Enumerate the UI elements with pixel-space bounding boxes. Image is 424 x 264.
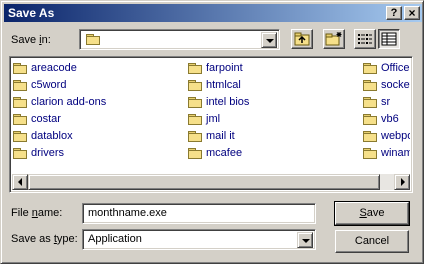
save-as-type-label: Save as type: bbox=[11, 233, 78, 245]
folder-icon bbox=[188, 97, 202, 108]
create-new-folder-button[interactable] bbox=[323, 29, 345, 49]
folder-item[interactable]: webpos bbox=[363, 128, 410, 145]
up-one-level-button[interactable] bbox=[291, 29, 313, 49]
folder-icon bbox=[188, 63, 202, 74]
file-list[interactable]: areacode c5word clarion add-ons costar d… bbox=[9, 56, 413, 193]
close-button[interactable]: × bbox=[404, 6, 420, 20]
file-column-3: Office a socket sr vb6 webpos winamp bbox=[363, 60, 410, 162]
save-as-type-dropdown[interactable]: Application bbox=[82, 229, 316, 250]
cancel-button[interactable]: Cancel bbox=[335, 230, 409, 253]
folder-icon bbox=[363, 80, 377, 91]
folder-icon bbox=[188, 114, 202, 125]
save-in-label: Save in: bbox=[11, 34, 51, 46]
folder-icon bbox=[13, 114, 27, 125]
folder-item[interactable]: c5word bbox=[13, 77, 106, 94]
folder-item[interactable]: datablox bbox=[13, 128, 106, 145]
save-button[interactable]: Save bbox=[334, 201, 410, 226]
folder-icon bbox=[188, 80, 202, 91]
details-view-icon bbox=[381, 32, 397, 46]
folder-icon bbox=[13, 80, 27, 91]
folder-icon bbox=[363, 131, 377, 142]
folder-item[interactable]: htmlcal bbox=[188, 77, 249, 94]
folder-icon bbox=[13, 97, 27, 108]
file-column-2: farpoint htmlcal intel bios jml mail it … bbox=[188, 60, 249, 162]
file-name-label: File name: bbox=[11, 207, 63, 219]
up-folder-icon bbox=[294, 32, 310, 46]
folder-icon bbox=[363, 148, 377, 159]
horizontal-scrollbar[interactable] bbox=[12, 174, 410, 190]
save-in-dropdown[interactable] bbox=[79, 29, 280, 50]
folder-item[interactable]: intel bios bbox=[188, 94, 249, 111]
file-list-viewport: areacode c5word clarion add-ons costar d… bbox=[10, 57, 410, 173]
title-bar[interactable]: Save As ? × bbox=[4, 4, 422, 22]
folder-icon bbox=[188, 148, 202, 159]
scroll-right-icon[interactable] bbox=[394, 174, 410, 190]
folder-icon bbox=[13, 148, 27, 159]
folder-item[interactable]: jml bbox=[188, 111, 249, 128]
scroll-left-icon[interactable] bbox=[12, 174, 28, 190]
window-title: Save As bbox=[8, 6, 55, 20]
folder-icon bbox=[363, 114, 377, 125]
scrollbar-thumb[interactable] bbox=[28, 174, 380, 190]
list-view-button[interactable] bbox=[354, 29, 376, 49]
folder-icon bbox=[188, 131, 202, 142]
new-folder-icon bbox=[325, 32, 342, 46]
folder-item[interactable]: mail it bbox=[188, 128, 249, 145]
folder-item[interactable]: areacode bbox=[13, 60, 106, 77]
folder-icon bbox=[363, 63, 377, 74]
folder-item[interactable]: vb6 bbox=[363, 111, 410, 128]
list-view-icon bbox=[358, 34, 372, 44]
folder-item[interactable]: socket bbox=[363, 77, 410, 94]
file-name-field[interactable]: monthname.exe bbox=[82, 203, 316, 224]
folder-item[interactable]: sr bbox=[363, 94, 410, 111]
folder-item[interactable]: farpoint bbox=[188, 60, 249, 77]
save-as-dialog: Save As ? × Save in: areacode c5word cla… bbox=[0, 0, 424, 264]
folder-item[interactable]: drivers bbox=[13, 145, 106, 162]
file-name-value: monthname.exe bbox=[88, 207, 167, 219]
folder-icon bbox=[13, 63, 27, 74]
folder-item[interactable]: clarion add-ons bbox=[13, 94, 106, 111]
folder-icon bbox=[86, 34, 100, 45]
folder-item[interactable]: winamp bbox=[363, 145, 410, 162]
details-view-button[interactable] bbox=[378, 29, 400, 49]
folder-item[interactable]: mcafee bbox=[188, 145, 249, 162]
file-column-1: areacode c5word clarion add-ons costar d… bbox=[13, 60, 106, 162]
folder-icon bbox=[363, 97, 377, 108]
folder-icon bbox=[13, 131, 27, 142]
save-as-type-value: Application bbox=[88, 233, 142, 245]
chevron-down-icon[interactable] bbox=[261, 32, 277, 48]
folder-item[interactable]: costar bbox=[13, 111, 106, 128]
help-button[interactable]: ? bbox=[386, 6, 402, 20]
folder-item[interactable]: Office a bbox=[363, 60, 410, 77]
chevron-down-icon[interactable] bbox=[297, 232, 313, 248]
